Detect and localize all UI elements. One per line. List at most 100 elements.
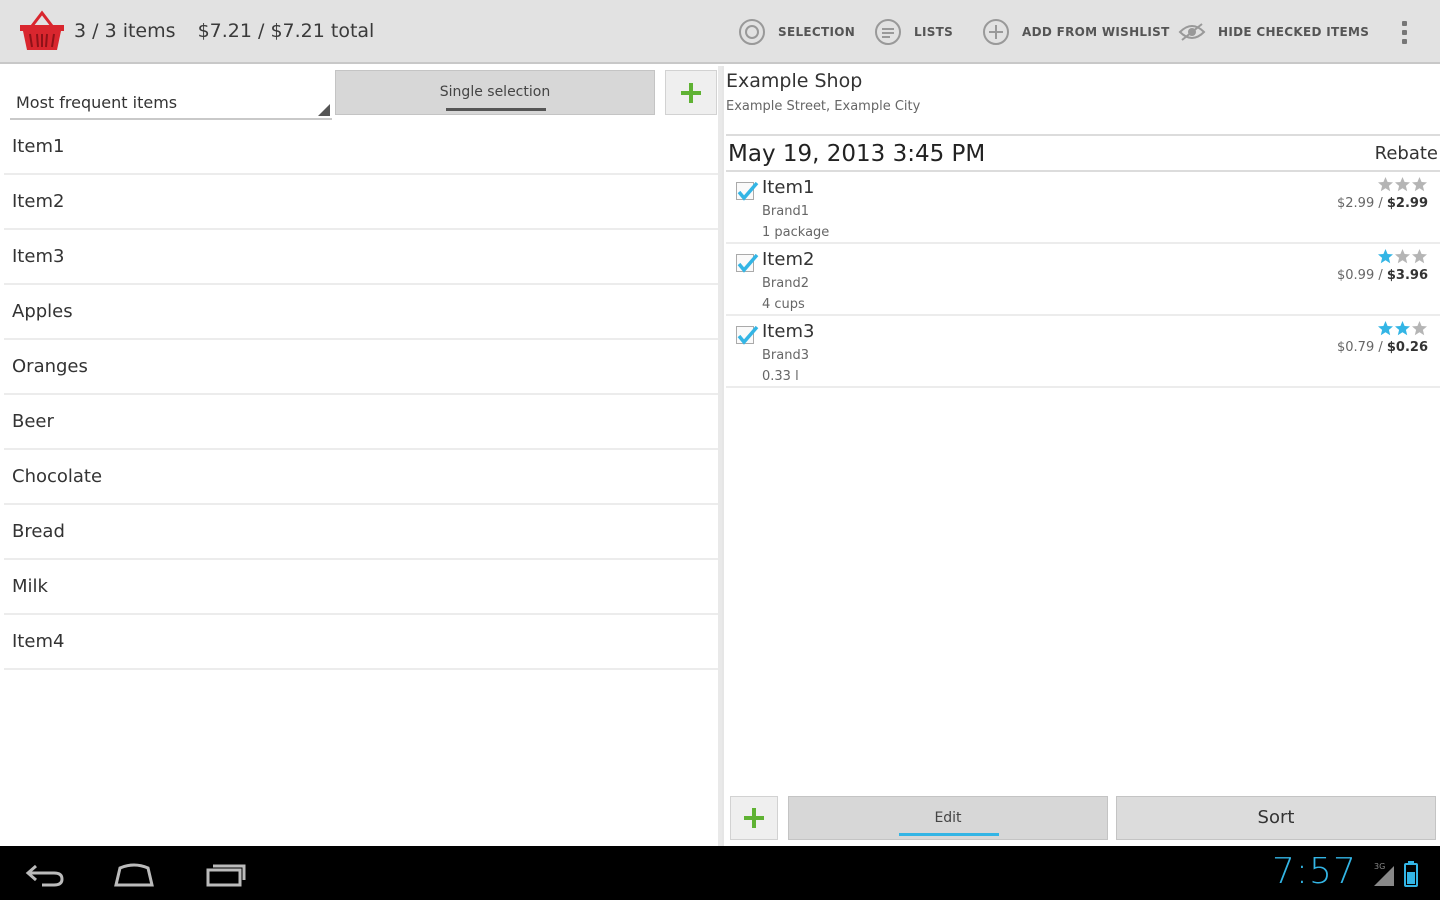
system-navigation-bar: 7:57 3G: [0, 846, 1440, 900]
list-item[interactable]: Apples: [4, 285, 718, 340]
star-empty-icon: [1412, 249, 1427, 264]
recent-apps-icon[interactable]: [204, 860, 248, 888]
entry-unit-price: $0.79: [1337, 340, 1375, 355]
list-item[interactable]: Milk: [4, 560, 718, 615]
entry-brand: Brand3: [762, 348, 809, 363]
add-entry-button[interactable]: [730, 796, 778, 840]
price-separator: /: [1374, 340, 1387, 355]
checkmark-icon: [737, 181, 759, 201]
list-item[interactable]: Item2: [4, 175, 718, 230]
shop-name[interactable]: Example Shop: [726, 70, 862, 92]
entry-rating[interactable]: [1377, 248, 1428, 265]
list-item[interactable]: Item4: [4, 615, 718, 670]
price-separator: /: [1374, 268, 1387, 283]
list-item-label: Beer: [12, 411, 54, 432]
spinner-dropdown-icon: [318, 104, 330, 116]
price-separator: /: [1374, 196, 1387, 211]
entry-checkbox[interactable]: [736, 253, 759, 273]
overflow-menu-icon[interactable]: [1396, 18, 1412, 48]
edit-button-label: Edit: [934, 810, 962, 826]
selection-action-label: SELECTION: [778, 25, 856, 39]
star-empty-icon: [1378, 177, 1393, 192]
shopping-entry[interactable]: Item2 Brand2 4 cups $0.99 / $3.96: [726, 244, 1440, 316]
total-price: $7.21 / $7.21 total: [197, 20, 375, 42]
hide-checked-items-action-button[interactable]: HIDE CHECKED ITEMS: [1178, 16, 1369, 48]
entry-rating[interactable]: [1377, 320, 1428, 337]
edit-button-underline: [899, 833, 999, 836]
star-empty-icon: [1412, 321, 1427, 336]
star-empty-icon: [1395, 177, 1410, 192]
entry-name: Item1: [762, 177, 815, 198]
lists-action-button[interactable]: LISTS: [874, 16, 953, 48]
checkmark-icon: [737, 325, 759, 345]
list-item[interactable]: Item1: [4, 120, 718, 175]
shopping-list-pane: Example Shop Example Street, Example Cit…: [722, 66, 1440, 846]
item-filter-spinner[interactable]: Most frequent items: [10, 78, 332, 120]
single-selection-underline: [446, 108, 546, 111]
entry-total-price: $2.99: [1386, 196, 1428, 211]
list-item[interactable]: Beer: [4, 395, 718, 450]
entry-brand: Brand2: [762, 276, 809, 291]
entry-quantity: 4 cups: [762, 297, 805, 312]
entry-checkbox[interactable]: [736, 181, 759, 201]
wishlist-icon: [983, 19, 1009, 45]
back-icon[interactable]: [24, 860, 68, 888]
shopping-basket-icon[interactable]: [18, 10, 66, 52]
list-item[interactable]: Chocolate: [4, 450, 718, 505]
hide-eye-icon: [1178, 23, 1206, 41]
list-summary: 3 / 3 items $7.21 / $7.21 total: [74, 20, 374, 42]
list-item-label: Item3: [12, 246, 65, 267]
shopping-entries: Item1 Brand1 1 package $2.99 / $2.99 Ite…: [726, 172, 1440, 388]
entry-name: Item2: [762, 249, 815, 270]
list-item-label: Milk: [12, 576, 48, 597]
add-from-wishlist-action-label: ADD FROM WISHLIST: [1022, 25, 1170, 39]
lists-icon: [875, 19, 901, 45]
star-empty-icon: [1395, 249, 1410, 264]
shopping-entry[interactable]: Item1 Brand1 1 package $2.99 / $2.99: [726, 172, 1440, 244]
home-icon[interactable]: [112, 860, 156, 888]
sort-button-label: Sort: [1257, 807, 1295, 828]
entry-total-price: $3.96: [1386, 268, 1428, 283]
star-filled-icon: [1395, 321, 1410, 336]
plus-icon: [744, 808, 764, 828]
sort-button[interactable]: Sort: [1116, 796, 1436, 840]
entry-rating[interactable]: [1377, 176, 1428, 193]
item-list: Item1 Item2 Item3 Apples Oranges Beer Ch…: [4, 120, 718, 670]
single-selection-label: Single selection: [439, 84, 551, 100]
item-filter-spinner-label: Most frequent items: [16, 93, 178, 112]
list-item-label: Chocolate: [12, 466, 103, 487]
list-item-label: Bread: [12, 521, 65, 542]
list-item-label: Item1: [12, 136, 65, 157]
list-item-label: Apples: [12, 301, 73, 322]
star-empty-icon: [1412, 177, 1427, 192]
star-filled-icon: [1378, 321, 1393, 336]
signal-battery-icon[interactable]: 3G: [1372, 860, 1428, 888]
selection-icon: [739, 19, 765, 45]
entry-unit-price: $0.99: [1337, 268, 1375, 283]
list-item[interactable]: Bread: [4, 505, 718, 560]
item-count: 3 / 3 items: [74, 20, 176, 42]
entry-quantity: 0.33 l: [762, 369, 799, 384]
rebate-label[interactable]: Rebate: [1375, 143, 1438, 164]
add-item-button[interactable]: [665, 70, 717, 115]
entry-quantity: 1 package: [762, 225, 830, 240]
list-item-label: Item2: [12, 191, 65, 212]
shopping-entry[interactable]: Item3 Brand3 0.33 l $0.79 / $0.26: [726, 316, 1440, 388]
svg-text:3G: 3G: [1374, 862, 1385, 871]
item-picker-pane: Most frequent items Single selection Ite…: [4, 66, 718, 846]
purchase-date[interactable]: May 19, 2013 3:45 PM: [728, 141, 985, 167]
list-item-label: Oranges: [12, 356, 88, 377]
edit-button[interactable]: Edit: [788, 796, 1108, 840]
lists-action-label: LISTS: [914, 25, 954, 39]
single-selection-button[interactable]: Single selection: [335, 70, 655, 115]
list-item-label: Item4: [12, 631, 65, 652]
list-item[interactable]: Oranges: [4, 340, 718, 395]
list-item[interactable]: Item3: [4, 230, 718, 285]
status-clock[interactable]: 7:57: [1272, 851, 1357, 892]
entry-checkbox[interactable]: [736, 325, 759, 345]
date-row: May 19, 2013 3:45 PM Rebate: [726, 134, 1440, 172]
entry-total-price: $0.26: [1386, 340, 1428, 355]
star-filled-icon: [1378, 249, 1393, 264]
selection-action-button[interactable]: SELECTION: [738, 16, 855, 48]
add-from-wishlist-action-button[interactable]: ADD FROM WISHLIST: [982, 16, 1170, 48]
